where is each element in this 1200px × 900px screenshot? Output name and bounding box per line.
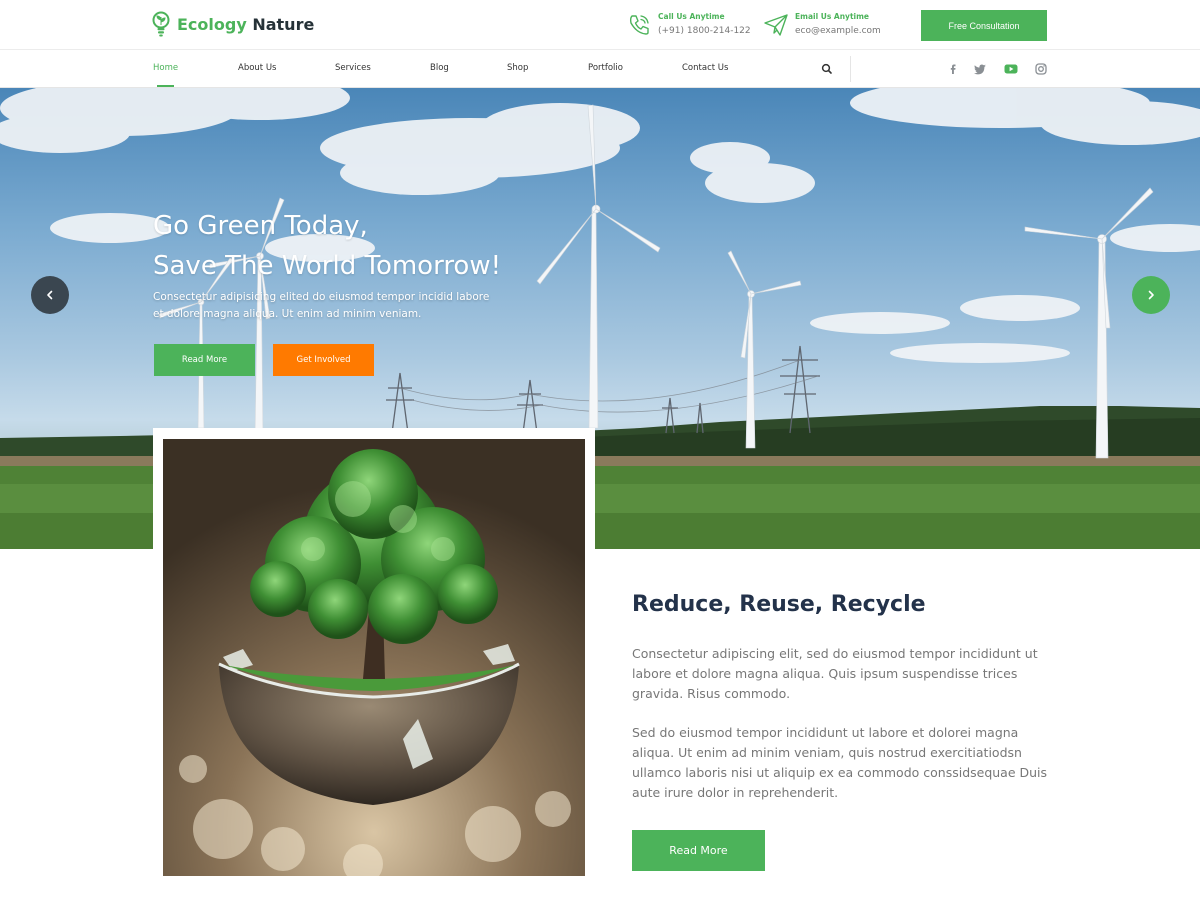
feature-paragraph-1: Consectetur adipiscing elit, sed do eius…: [632, 646, 1038, 701]
email-label: Email Us Anytime: [795, 12, 870, 21]
hero-title-line1: Go Green Today,: [153, 211, 368, 241]
nav-divider: [850, 56, 851, 82]
facebook-icon[interactable]: [945, 61, 961, 77]
get-involved-button[interactable]: Get Involved: [273, 344, 374, 376]
phone-contact: Call Us Anytime (+91) 1800-214-122: [626, 11, 751, 39]
phone-value[interactable]: (+91) 1800-214-122: [658, 23, 751, 39]
nav-item-blog[interactable]: Blog: [430, 50, 449, 87]
lightbulb-leaf-icon: [152, 11, 170, 37]
tree-globe-illustration: [163, 439, 585, 876]
hero-subtitle-line2: et dolore magna aliqua. Ut enim ad minim…: [153, 308, 422, 320]
hero-subtitle-line1: Consectetur adipisicing elited do eiusmo…: [153, 291, 490, 303]
chevron-left-icon: [47, 290, 53, 300]
feature-read-more-button[interactable]: Read More: [632, 830, 765, 871]
tree-in-globe-image: [163, 439, 585, 876]
brand-name-part1: Ecology: [177, 14, 247, 34]
search-icon[interactable]: [820, 62, 834, 76]
paper-plane-icon: [764, 14, 788, 36]
brand-name: Ecology Nature: [177, 15, 314, 34]
logo[interactable]: Ecology Nature: [151, 10, 314, 38]
chevron-right-icon: [1148, 290, 1154, 300]
nav-active-indicator: [157, 85, 175, 87]
hero-read-more-button[interactable]: Read More: [154, 344, 255, 376]
hero-subtitle: Consectetur adipisicing elited do eiusmo…: [153, 289, 533, 323]
feature-title: Reduce, Reuse, Recycle: [632, 592, 926, 617]
youtube-icon[interactable]: [1003, 61, 1019, 77]
main-nav: Home About Us Services Blog Shop Portfol…: [0, 50, 1200, 88]
nav-item-portfolio[interactable]: Portfolio: [588, 50, 623, 87]
hero-title: Go Green Today, Save The World Tomorrow!: [153, 206, 501, 286]
feature-paragraph-2: Sed do eiusmod tempor incididunt ut labo…: [632, 725, 1048, 800]
top-header: Ecology Nature Call Us Anytime (+91) 180…: [0, 0, 1200, 50]
twitter-icon[interactable]: [972, 61, 988, 77]
slider-next-button[interactable]: [1132, 276, 1170, 314]
nav-item-shop[interactable]: Shop: [507, 50, 528, 87]
nav-item-about-us[interactable]: About Us: [238, 50, 276, 87]
nav-item-contact-us[interactable]: Contact Us: [682, 50, 728, 87]
phone-icon: [629, 15, 649, 35]
email-contact: Email Us Anytime eco@example.com: [763, 11, 881, 39]
nav-item-home[interactable]: Home: [153, 50, 178, 87]
nav-item-services[interactable]: Services: [335, 50, 371, 87]
hero-title-line2: Save The World Tomorrow!: [153, 251, 502, 281]
slider-prev-button[interactable]: [31, 276, 69, 314]
free-consultation-button[interactable]: Free Consultation: [921, 10, 1047, 41]
brand-name-part2: Nature: [252, 14, 315, 34]
instagram-icon[interactable]: [1033, 61, 1049, 77]
email-value[interactable]: eco@example.com: [795, 23, 881, 39]
nav-item-label: Home: [153, 63, 179, 73]
phone-label: Call Us Anytime: [658, 12, 725, 21]
